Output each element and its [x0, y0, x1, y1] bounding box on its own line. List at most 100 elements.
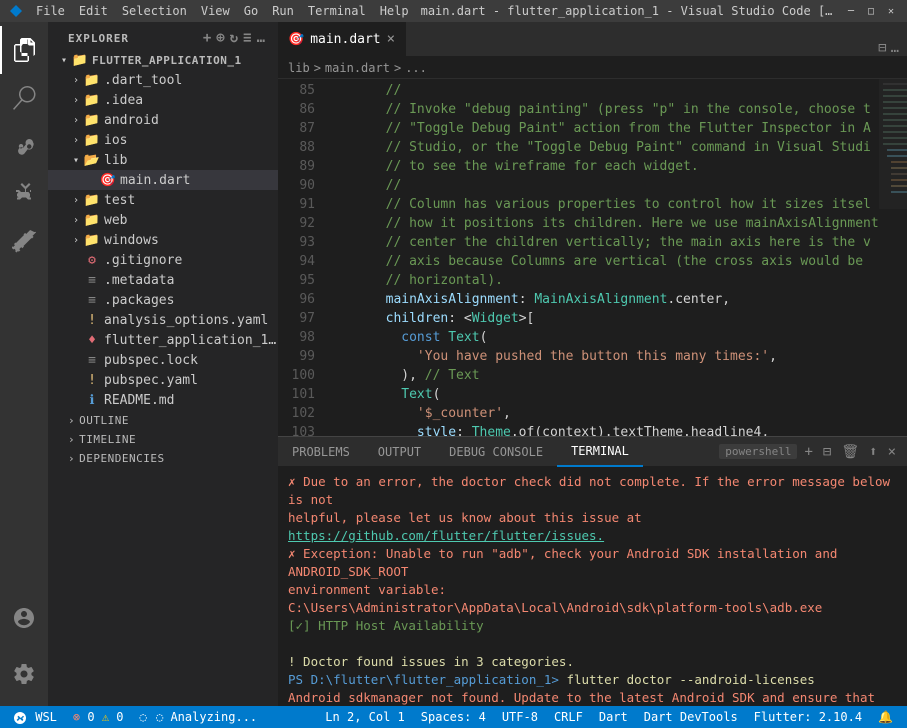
- breadcrumb-symbol[interactable]: ...: [405, 61, 427, 75]
- status-left: WSL ⊗ 0 ⚠ 0 ◌ ◌ Analyzing...: [10, 710, 261, 724]
- errors-warnings-status[interactable]: ⊗ 0 ⚠ 0: [69, 710, 128, 724]
- warning-count-icon: ⚠: [102, 710, 109, 724]
- tree-item-pubspec-yaml[interactable]: ! pubspec.yaml: [48, 370, 278, 390]
- menu-view[interactable]: View: [195, 2, 236, 20]
- ios-icon: 📁: [84, 132, 100, 148]
- warning-count: 0: [116, 710, 123, 724]
- dart_tool-icon: 📁: [84, 72, 100, 88]
- flutter-version-status[interactable]: Flutter: 2.10.4: [750, 710, 866, 724]
- close-button[interactable]: ✕: [883, 3, 899, 19]
- tree-item-main-dart[interactable]: 🎯 main.dart: [48, 170, 278, 190]
- collapse-button[interactable]: ≡: [243, 30, 252, 46]
- settings-activity-icon[interactable]: [0, 650, 48, 698]
- encoding-status[interactable]: UTF-8: [498, 710, 542, 724]
- flutter-iml-label: flutter_application_1.iml: [104, 333, 278, 348]
- tree-item-analysis-options[interactable]: ! analysis_options.yaml: [48, 310, 278, 330]
- minimap: [879, 79, 907, 436]
- extensions-activity-icon[interactable]: [0, 218, 48, 266]
- tab-debug-console[interactable]: DEBUG CONSOLE: [435, 437, 557, 467]
- code-content[interactable]: // // Invoke "debug painting" (press "p"…: [323, 79, 879, 436]
- tree-item-test[interactable]: › 📁 test: [48, 190, 278, 210]
- menu-run[interactable]: Run: [266, 2, 300, 20]
- notification-button[interactable]: 🔔: [874, 710, 897, 724]
- tree-item-lib[interactable]: ▾ 📂 lib: [48, 150, 278, 170]
- spaces-status[interactable]: Spaces: 4: [417, 710, 490, 724]
- new-folder-button[interactable]: ⊕: [216, 30, 225, 46]
- maximize-button[interactable]: □: [863, 3, 879, 19]
- tree-item-metadata[interactable]: ≡ .metadata: [48, 270, 278, 290]
- dependencies-section[interactable]: › DEPENDENCIES: [48, 448, 278, 467]
- terminal-content[interactable]: ✗ Due to an error, the doctor check did …: [278, 467, 907, 706]
- refresh-button[interactable]: ↻: [230, 30, 239, 46]
- close-panel-button[interactable]: ×: [885, 442, 899, 462]
- tab-label: main.dart: [310, 32, 380, 47]
- maximize-panel-button[interactable]: ⬆: [866, 442, 880, 462]
- status-bar: WSL ⊗ 0 ⚠ 0 ◌ ◌ Analyzing... Ln 2, Col 1…: [0, 706, 907, 728]
- flutter-iml-icon: ♦: [84, 332, 100, 348]
- dart_tool-label: .dart_tool: [104, 73, 278, 88]
- code-area[interactable]: 85 86 87 88 89 90 91 92 93 94 95 96 97 9…: [278, 79, 907, 436]
- new-file-button[interactable]: +: [203, 30, 212, 46]
- eol-status[interactable]: CRLF: [550, 710, 587, 724]
- menu-file[interactable]: File: [30, 2, 71, 20]
- new-terminal-button[interactable]: +: [801, 442, 815, 462]
- main-dart-label: main.dart: [120, 173, 278, 188]
- tree-item-pubspec-lock[interactable]: ≡ pubspec.lock: [48, 350, 278, 370]
- readme-label: README.md: [104, 393, 278, 408]
- tree-item-idea[interactable]: › 📁 .idea: [48, 90, 278, 110]
- title-bar: File Edit Selection View Go Run Terminal…: [0, 0, 907, 22]
- split-editor-button[interactable]: ⊟: [878, 40, 886, 56]
- breadcrumb-lib[interactable]: lib: [288, 61, 310, 75]
- tree-root[interactable]: ▾ 📁 FLUTTER_APPLICATION_1: [48, 50, 278, 70]
- tab-main-dart[interactable]: 🎯 main.dart ×: [278, 22, 406, 56]
- terminal-line-7: ! Doctor found issues in 3 categories.: [288, 653, 897, 671]
- explorer-activity-icon[interactable]: [0, 26, 48, 74]
- debug-activity-icon[interactable]: [0, 170, 48, 218]
- outline-section[interactable]: › OUTLINE: [48, 410, 278, 429]
- account-activity-icon[interactable]: [0, 594, 48, 642]
- more-actions-button[interactable]: …: [257, 30, 266, 46]
- tree-item-ios[interactable]: › 📁 ios: [48, 130, 278, 150]
- timeline-section[interactable]: › TIMELINE: [48, 429, 278, 448]
- pubspec-lock-label: pubspec.lock: [104, 353, 278, 368]
- tree-item-packages[interactable]: ≡ .packages: [48, 290, 278, 310]
- remote-status[interactable]: WSL: [10, 710, 61, 724]
- lib-icon: 📂: [84, 152, 100, 168]
- menu-selection[interactable]: Selection: [116, 2, 193, 20]
- tab-output[interactable]: OUTPUT: [364, 437, 435, 467]
- kill-terminal-button[interactable]: 🗑: [838, 442, 862, 462]
- tree-item-web[interactable]: › 📁 web: [48, 210, 278, 230]
- menu-go[interactable]: Go: [238, 2, 264, 20]
- tree-item-windows[interactable]: › 📁 windows: [48, 230, 278, 250]
- dart_tool-arrow: ›: [68, 75, 84, 86]
- search-activity-icon[interactable]: [0, 74, 48, 122]
- menu-help[interactable]: Help: [374, 2, 415, 20]
- split-terminal-button[interactable]: ⊟: [820, 442, 834, 462]
- sidebar: Explorer + ⊕ ↻ ≡ … ▾ 📁 FLUTTER_APPLICATI…: [48, 22, 278, 706]
- terminal-line-9: Android sdkmanager not found. Update to …: [288, 689, 897, 706]
- menu-edit[interactable]: Edit: [73, 2, 114, 20]
- menu-terminal[interactable]: Terminal: [302, 2, 372, 20]
- source-control-activity-icon[interactable]: [0, 122, 48, 170]
- tab-icon: 🎯: [288, 32, 304, 47]
- position-status[interactable]: Ln 2, Col 1: [321, 710, 408, 724]
- tab-terminal[interactable]: TERMINAL: [557, 437, 643, 467]
- tree-item-android[interactable]: › 📁 android: [48, 110, 278, 130]
- sidebar-header: Explorer + ⊕ ↻ ≡ …: [48, 22, 278, 50]
- tab-close-button[interactable]: ×: [387, 31, 395, 47]
- tree-item-flutter-iml[interactable]: ♦ flutter_application_1.iml: [48, 330, 278, 350]
- windows-arrow: ›: [68, 235, 84, 246]
- terminal-line-6: [✓] HTTP Host Availability: [288, 617, 897, 635]
- tree-item-dart_tool[interactable]: › 📁 .dart_tool: [48, 70, 278, 90]
- outline-label: OUTLINE: [79, 414, 129, 427]
- minimize-button[interactable]: ─: [843, 3, 859, 19]
- test-icon: 📁: [84, 192, 100, 208]
- language-status[interactable]: Dart: [595, 710, 632, 724]
- dart-devtools-status[interactable]: Dart DevTools: [640, 710, 742, 724]
- more-actions-editor-button[interactable]: …: [891, 40, 899, 56]
- terminal-panel: PROBLEMS OUTPUT DEBUG CONSOLE TERMINAL p…: [278, 436, 907, 706]
- tab-problems[interactable]: PROBLEMS: [278, 437, 364, 467]
- breadcrumb-file[interactable]: main.dart: [325, 61, 390, 75]
- tree-item-gitignore[interactable]: ⚙ .gitignore: [48, 250, 278, 270]
- tree-item-readme[interactable]: ℹ README.md: [48, 390, 278, 410]
